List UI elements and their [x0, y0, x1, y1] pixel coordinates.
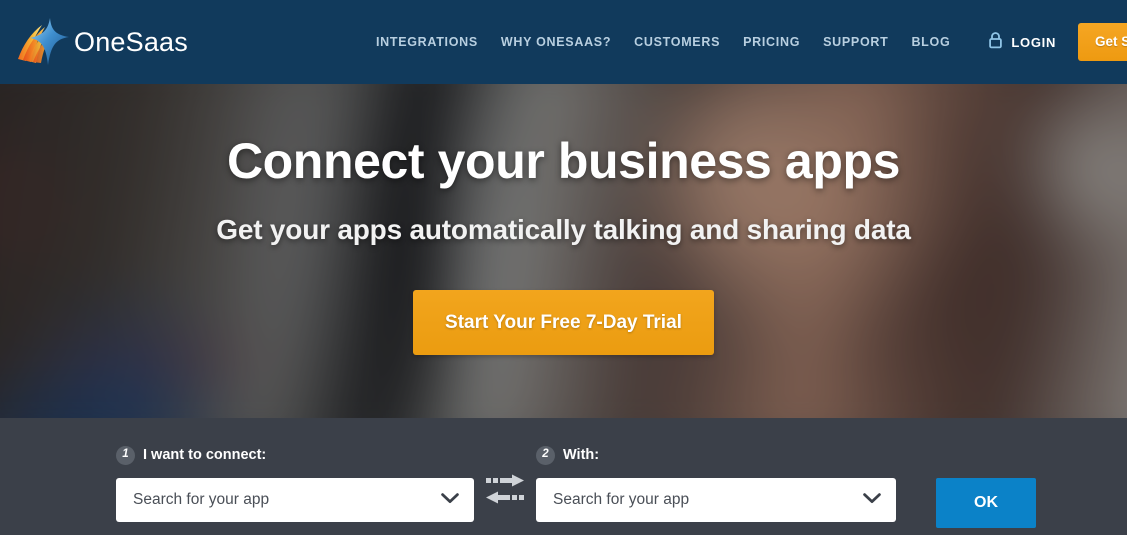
connect-step-one: 1 I want to connect: Search for your app: [116, 418, 474, 522]
brand-logo-link[interactable]: OneSaas: [14, 14, 188, 70]
chevron-down-icon: [441, 491, 459, 509]
nav-item-why-onesaas[interactable]: WHY ONESAAS?: [501, 35, 611, 49]
source-app-select[interactable]: Search for your app: [116, 478, 474, 522]
nav-item-support[interactable]: SUPPORT: [823, 35, 888, 49]
step-one-label: I want to connect:: [143, 447, 267, 463]
source-app-select-value: Search for your app: [133, 491, 270, 508]
nav-item-customers[interactable]: CUSTOMERS: [634, 35, 720, 49]
step-one-header: 1 I want to connect:: [116, 442, 474, 468]
target-app-select-value: Search for your app: [553, 491, 690, 508]
swap-direction-icon-wrap: [474, 472, 536, 511]
connect-app-bar: 1 I want to connect: Search for your app: [0, 418, 1127, 535]
step-two-header: 2 With:: [536, 442, 896, 468]
onesaas-star-logo-icon: [14, 15, 72, 69]
ok-button[interactable]: OK: [936, 478, 1036, 528]
step-one-badge: 1: [116, 445, 135, 465]
connect-step-two: 2 With: Search for your app: [536, 418, 896, 522]
hero-section: Connect your business apps Get your apps…: [0, 84, 1127, 418]
page-root: OneSaas INTEGRATIONS WHY ONESAAS? CUSTOM…: [0, 0, 1127, 535]
login-label: LOGIN: [1011, 34, 1057, 50]
login-link[interactable]: LOGIN: [988, 31, 1056, 54]
hero-subtitle: Get your apps automatically talking and …: [216, 214, 911, 245]
main-nav: INTEGRATIONS WHY ONESAAS? CUSTOMERS PRIC…: [376, 35, 950, 49]
step-two-label: With:: [563, 447, 600, 463]
target-app-select[interactable]: Search for your app: [536, 478, 896, 522]
nav-item-pricing[interactable]: PRICING: [743, 35, 800, 49]
nav-item-blog[interactable]: BLOG: [911, 35, 950, 49]
brand-name: OneSaas: [74, 26, 188, 57]
lock-icon: [988, 31, 1003, 54]
hero-content: Connect your business apps Get your apps…: [0, 84, 1127, 418]
free-trial-button[interactable]: Start Your Free 7-Day Trial: [413, 290, 714, 355]
chevron-down-icon: [863, 491, 881, 509]
step-two-badge: 2: [536, 445, 555, 465]
nav-item-integrations[interactable]: INTEGRATIONS: [376, 35, 478, 49]
get-started-button[interactable]: Get Started: [1078, 23, 1127, 61]
exchange-arrows-icon: [483, 472, 527, 511]
hero-title: Connect your business apps: [226, 133, 901, 189]
site-header: OneSaas INTEGRATIONS WHY ONESAAS? CUSTOM…: [0, 0, 1127, 84]
